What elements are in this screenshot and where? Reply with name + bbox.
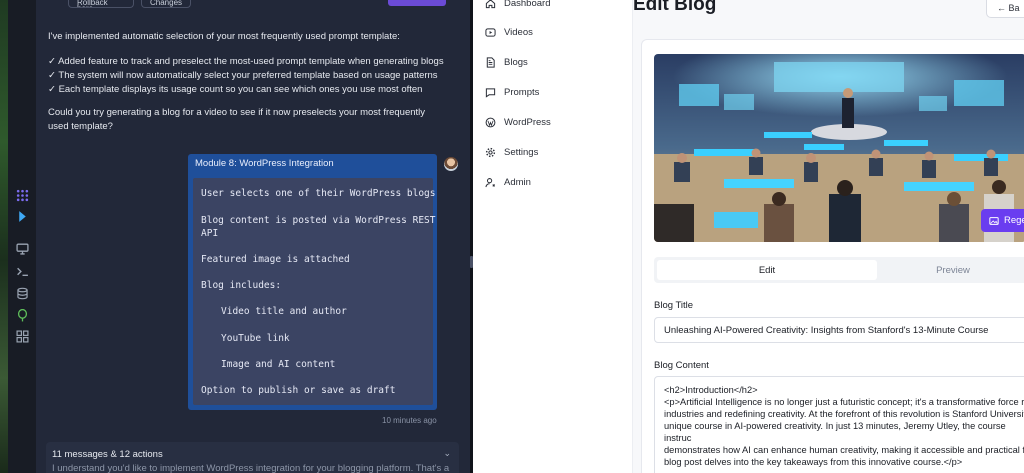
- assistant-question: Could you try generating a blog for a vi…: [48, 107, 426, 132]
- video-icon: [485, 27, 496, 37]
- monitor-icon[interactable]: [14, 240, 30, 256]
- message-line: Option to publish or save as draft: [201, 385, 396, 396]
- changes-button[interactable]: Changes: [141, 0, 191, 8]
- tree-icon[interactable]: [14, 307, 30, 323]
- message-line: Featured image is attached: [201, 254, 350, 265]
- blog-content-label: Blog Content: [654, 360, 709, 371]
- terminal-icon[interactable]: [14, 263, 30, 279]
- sidebar-item-label: Videos: [504, 26, 533, 38]
- chevron-down-icon[interactable]: ⌄: [443, 448, 451, 459]
- rollback-label: Rollback here: [77, 0, 108, 7]
- sidebar-item-settings[interactable]: Settings: [485, 144, 538, 160]
- check-item: ✓ Each template displays its usage count…: [48, 84, 423, 95]
- action-button[interactable]: [388, 0, 446, 6]
- actions-summary-title: 11 messages & 12 actions: [52, 449, 163, 460]
- check-item: ✓ The system will now automatically sele…: [48, 70, 438, 81]
- regenerate-image-button[interactable]: Rege: [981, 209, 1024, 232]
- tab-edit[interactable]: Edit: [657, 260, 877, 280]
- agent-icon[interactable]: [14, 208, 30, 224]
- database-icon[interactable]: [14, 285, 30, 301]
- featured-image: [654, 54, 1024, 242]
- image-icon: [989, 216, 999, 225]
- sidebar-item-dashboard[interactable]: Dashboard: [485, 0, 550, 11]
- check-item: ✓ Added feature to track and preselect t…: [48, 56, 444, 67]
- rollback-button[interactable]: Rollback here: [68, 0, 134, 8]
- dots-grid-icon[interactable]: [14, 187, 30, 203]
- sidebar-item-prompts[interactable]: Prompts: [485, 84, 539, 100]
- blog-title-input[interactable]: Unleashing AI-Powered Creativity: Insigh…: [654, 317, 1024, 343]
- sidebar-item-blogs[interactable]: Blogs: [485, 54, 528, 70]
- message-line: API: [201, 228, 219, 239]
- avatar: [444, 157, 458, 171]
- tab-preview[interactable]: Preview: [878, 260, 1024, 280]
- admin-icon: [485, 177, 495, 187]
- main-content: Edit Blog ← Ba Reg Edit Preview Blog Tit…: [633, 0, 1024, 473]
- regenerate-label: Rege: [1004, 215, 1024, 226]
- assistant-intro: I've implemented automatic selection of …: [48, 31, 400, 42]
- gear-icon: [485, 147, 496, 157]
- chat-panel: Rollback here Changes I've implemented a…: [36, 0, 470, 473]
- blog-content-textarea[interactable]: <h2>Introduction</h2> <p>Artificial Inte…: [654, 376, 1024, 473]
- back-label: Ba: [1008, 3, 1020, 13]
- desktop-edge: [0, 0, 8, 473]
- sidebar-item-label: Dashboard: [504, 0, 551, 9]
- sidebar-item-label: Prompts: [504, 86, 540, 98]
- message-line: Image and AI content: [221, 359, 336, 370]
- actions-summary[interactable]: 11 messages & 12 actions ⌄ I understand …: [46, 442, 459, 473]
- user-message-body: User selects one of their WordPress blog…: [193, 178, 436, 405]
- message-timestamp: 10 minutes ago: [382, 416, 437, 425]
- apps-grid-icon[interactable]: [14, 328, 30, 344]
- message-line: YouTube link: [221, 333, 290, 344]
- message-icon: [485, 87, 496, 98]
- checklist: ✓ Added feature to track and preselect t…: [48, 55, 453, 97]
- message-line: Video title and author: [221, 306, 347, 317]
- home-icon: [485, 0, 496, 8]
- editor-tabs: Edit Preview: [654, 257, 1024, 283]
- sidebar-item-wordpress[interactable]: WordPress: [485, 114, 551, 130]
- user-message-title: Module 8: WordPress Integration: [195, 158, 334, 169]
- actions-summary-preview: I understand you'd like to implement Wor…: [52, 463, 452, 473]
- back-button[interactable]: ← Ba: [986, 0, 1024, 18]
- document-icon: [486, 56, 495, 68]
- message-line: Blog content is posted via WordPress RES…: [201, 215, 436, 226]
- message-line: Blog includes:: [201, 280, 282, 291]
- sidebar-item-videos[interactable]: Videos: [485, 24, 533, 40]
- sidebar-item-label: Admin: [504, 176, 531, 188]
- wordpress-icon: [485, 117, 496, 127]
- icon-rail: [8, 0, 36, 473]
- app-sidebar: Dashboard Videos Blogs Prompts WordPress…: [473, 0, 633, 473]
- user-message-bubble: Module 8: WordPress Integration User sel…: [188, 154, 437, 410]
- sidebar-item-label: Settings: [504, 146, 539, 158]
- edit-blog-card: Rege Edit Preview Blog Title Unleashing …: [641, 39, 1024, 473]
- changes-label: Changes: [150, 0, 183, 7]
- page-title: Edit Blog: [633, 0, 717, 15]
- blog-title-label: Blog Title: [654, 300, 694, 311]
- sidebar-item-label: Blogs: [504, 56, 528, 68]
- message-line: User selects one of their WordPress blog…: [201, 188, 436, 199]
- sidebar-item-label: WordPress: [504, 116, 551, 128]
- sidebar-item-admin[interactable]: Admin: [485, 174, 531, 190]
